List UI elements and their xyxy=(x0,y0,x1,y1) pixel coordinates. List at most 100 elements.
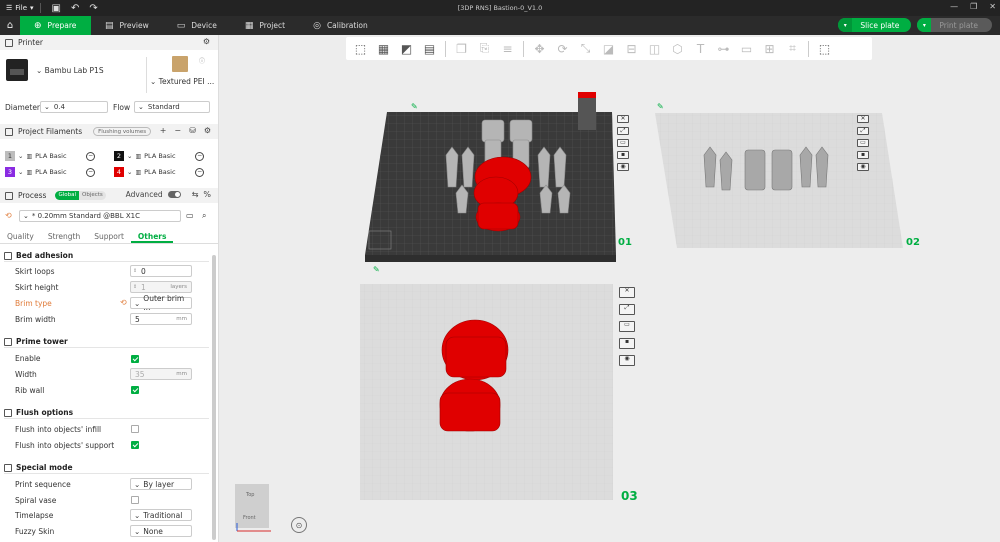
process-preset-select[interactable]: ⌄ * 0.20mm Standard @BBL X1C xyxy=(19,210,181,222)
fuzzy-skin-select[interactable]: ⌄ None xyxy=(130,525,192,537)
eye-icon[interactable]: ◉ xyxy=(857,163,869,171)
split-icon[interactable]: ⌗ xyxy=(782,40,803,58)
plate-03[interactable] xyxy=(360,284,613,500)
plate-image[interactable] xyxy=(172,56,188,72)
orient-icon[interactable]: ▭ xyxy=(619,321,635,332)
percent-icon[interactable]: % xyxy=(203,190,211,199)
tab-device[interactable]: ▭ Device xyxy=(163,16,231,35)
flush-support-checkbox[interactable] xyxy=(131,441,139,449)
undo-icon[interactable]: ↶ xyxy=(71,3,79,14)
save-preset-icon[interactable]: ▭ xyxy=(186,211,194,220)
flow-select[interactable]: ⌄ Standard xyxy=(134,101,210,113)
add-object-icon[interactable]: ⬚ xyxy=(350,40,371,58)
skirt-loops-input[interactable]: ⇕ 0 xyxy=(130,265,192,277)
gear-icon[interactable]: ⚙ xyxy=(203,37,210,46)
arrange-icon[interactable]: ⤢ xyxy=(619,304,635,315)
view-cube-front[interactable]: Front xyxy=(243,515,256,521)
print-sequence-select[interactable]: ⌄ By layer xyxy=(130,478,192,490)
lock-icon[interactable]: ▪ xyxy=(619,338,635,349)
tab-project[interactable]: ▦ Project xyxy=(231,16,299,35)
flush-infill-checkbox[interactable] xyxy=(131,425,139,433)
objects-option[interactable]: Objects xyxy=(79,191,106,200)
scale-icon[interactable]: ⤡ xyxy=(575,40,596,58)
add-plate-icon[interactable]: ▦ xyxy=(373,40,394,58)
chevron-down-icon[interactable]: ▾ xyxy=(838,18,853,32)
camera-reset-icon[interactable]: ⊙ xyxy=(291,517,307,533)
view-cube[interactable]: Top Front xyxy=(235,484,271,532)
tab-preview[interactable]: ▤ Preview xyxy=(91,16,163,35)
file-menu[interactable]: ☰ File ▾ xyxy=(0,4,34,12)
orient-icon[interactable]: ▭ xyxy=(617,139,629,147)
printer-select[interactable]: ⌄ Bambu Lab P1S xyxy=(36,66,104,75)
save-icon[interactable]: ▣ xyxy=(52,3,61,14)
edit-plate-icon[interactable]: ✎ xyxy=(411,102,418,111)
3d-canvas[interactable]: ✕ ⤢ ▭ ▪ ◉ ✕ ⤢ ▭ ▪ ◉ ✕ ⤢ ▭ ▪ ◉ 01 02 03 ✎… xyxy=(220,35,1000,542)
diameter-select[interactable]: ⌄ 0.4 xyxy=(40,101,108,113)
tab-others[interactable]: Others xyxy=(130,230,174,243)
seam-icon[interactable]: ⬡ xyxy=(667,40,688,58)
auto-orient-icon[interactable]: ◩ xyxy=(396,40,417,58)
reset-icon[interactable]: ⟲ xyxy=(120,298,127,307)
tab-strength[interactable]: Strength xyxy=(41,230,87,243)
plate-01[interactable] xyxy=(365,92,616,262)
brim-type-select[interactable]: ⌄ Outer brim ... xyxy=(130,294,192,312)
prime-tower-width-input[interactable]: 35 mm xyxy=(130,368,192,380)
filament-row[interactable]: 2 ⌄ ▥ PLA Basic − xyxy=(114,151,205,161)
edit-plate-icon[interactable]: ✎ xyxy=(373,265,380,274)
add-icon[interactable]: + xyxy=(160,126,167,135)
plate-select[interactable]: ⌄ Textured PEI ... xyxy=(150,77,214,86)
global-objects-toggle[interactable]: Global Objects xyxy=(55,191,106,200)
remove-icon[interactable]: − xyxy=(174,126,181,135)
spinner-icon[interactable]: ⇕ xyxy=(133,284,137,290)
printer-image[interactable] xyxy=(6,59,28,81)
rotate-icon[interactable]: ⟳ xyxy=(552,40,573,58)
move-icon[interactable]: ✥ xyxy=(529,40,550,58)
remove-filament-icon[interactable]: − xyxy=(86,167,96,177)
gear-icon[interactable]: ⚙ xyxy=(204,126,211,135)
spinner-icon[interactable]: ⇕ xyxy=(133,268,137,274)
view-icon[interactable]: ⬚ xyxy=(814,40,835,58)
cut-icon[interactable]: ⊟ xyxy=(621,40,642,58)
remove-filament-icon[interactable]: − xyxy=(86,151,96,161)
timelapse-select[interactable]: ⌄ Traditional xyxy=(130,509,192,521)
close-icon[interactable]: ✕ xyxy=(989,2,996,11)
arrange-icon[interactable]: ⤢ xyxy=(617,127,629,135)
skirt-height-input[interactable]: ⇕ 1 layers xyxy=(130,281,192,293)
advanced-toggle[interactable] xyxy=(167,191,181,198)
tab-prepare[interactable]: ⊕ Prepare xyxy=(20,16,91,35)
layers-icon[interactable]: ≡ xyxy=(497,40,518,58)
home-icon[interactable]: ⌂ xyxy=(0,16,20,35)
tab-support[interactable]: Support xyxy=(87,230,131,243)
lay-on-face-icon[interactable]: ◪ xyxy=(598,40,619,58)
view-cube-top[interactable]: Top xyxy=(246,492,254,498)
sidebar-scrollbar[interactable] xyxy=(212,255,216,540)
plates-viewport[interactable] xyxy=(220,35,1000,542)
arrange-all-icon[interactable]: ▤ xyxy=(419,40,440,58)
chevron-down-icon[interactable]: ▾ xyxy=(917,18,932,32)
lock-icon[interactable]: ▪ xyxy=(857,151,869,159)
measure-icon[interactable]: ⊶ xyxy=(713,40,734,58)
reset-icon[interactable]: ⟲ xyxy=(5,211,12,220)
assembly-icon[interactable]: ⊞ xyxy=(759,40,780,58)
rib-wall-checkbox[interactable] xyxy=(131,386,139,394)
arrange-icon[interactable]: ⤢ xyxy=(857,127,869,135)
redo-icon[interactable]: ↷ xyxy=(89,3,97,14)
tab-quality[interactable]: Quality xyxy=(0,230,41,243)
slice-plate-button[interactable]: ▾ Slice plate xyxy=(838,18,912,32)
tab-calibration[interactable]: ◎ Calibration xyxy=(299,16,382,35)
delete-plate-icon[interactable]: ✕ xyxy=(857,115,869,123)
boolean-icon[interactable]: ▭ xyxy=(736,40,757,58)
support-paint-icon[interactable]: ◫ xyxy=(644,40,665,58)
edit-plate-icon[interactable]: ✎ xyxy=(657,102,664,111)
delete-plate-icon[interactable]: ✕ xyxy=(619,287,635,298)
minimize-icon[interactable]: — xyxy=(950,2,958,11)
lock-icon[interactable]: ▪ xyxy=(617,151,629,159)
remove-filament-icon[interactable]: − xyxy=(195,167,205,177)
orient-icon[interactable]: ▭ xyxy=(857,139,869,147)
brim-width-input[interactable]: 5 mm xyxy=(130,313,192,325)
eye-icon[interactable]: ◉ xyxy=(617,163,629,171)
filament-row[interactable]: 4 ⌄ ▥ PLA Basic − xyxy=(114,167,205,177)
prime-tower-enable-checkbox[interactable] xyxy=(131,355,139,363)
paste-icon[interactable]: ⎘ xyxy=(474,40,495,58)
eye-icon[interactable]: ◉ xyxy=(619,355,635,366)
